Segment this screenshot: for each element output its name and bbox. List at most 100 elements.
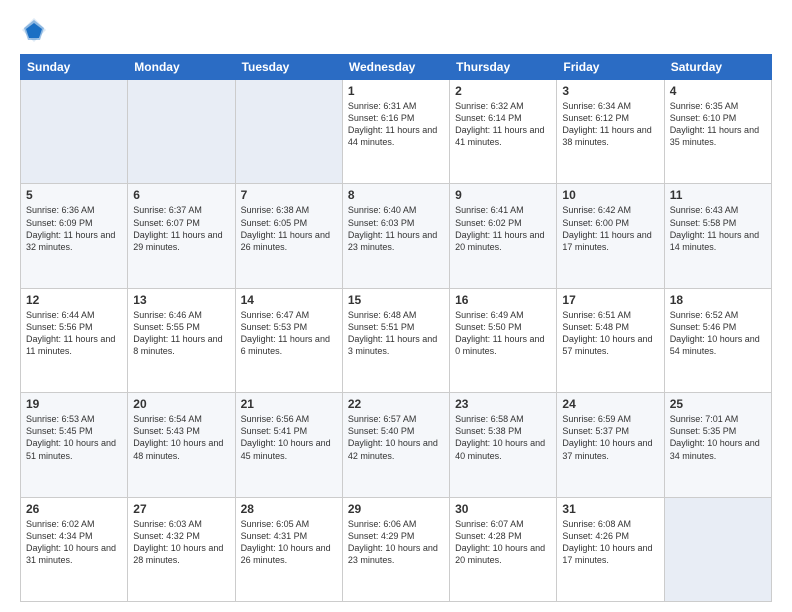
calendar-cell: 26 Sunrise: 6:02 AM Sunset: 4:34 PM Dayli… <box>21 497 128 601</box>
day-number: 14 <box>241 293 337 307</box>
cell-sun-info: Sunrise: 6:53 AM Sunset: 5:45 PM Dayligh… <box>26 413 122 462</box>
cell-sun-info: Sunrise: 6:05 AM Sunset: 4:31 PM Dayligh… <box>241 518 337 567</box>
cell-sun-info: Sunrise: 6:02 AM Sunset: 4:34 PM Dayligh… <box>26 518 122 567</box>
calendar-cell: 16Sunrise: 6:49 AM Sunset: 5:50 PM Dayli… <box>450 288 557 392</box>
logo-icon <box>20 16 48 44</box>
day-number: 11 <box>670 188 766 202</box>
calendar-cell: 18 Sunrise: 6:52 AM Sunset: 5:46 PM Dayli… <box>664 288 771 392</box>
calendar-cell: 19 Sunrise: 6:53 AM Sunset: 5:45 PM Dayli… <box>21 393 128 497</box>
day-number: 31 <box>562 502 658 516</box>
cell-sun-info: Sunrise: 6:52 AM Sunset: 5:46 PM Dayligh… <box>670 309 766 358</box>
calendar-cell: 29Sunrise: 6:06 AM Sunset: 4:29 PM Dayli… <box>342 497 449 601</box>
calendar-cell: 2 Sunrise: 6:32 AM Sunset: 6:14 PM Daylig… <box>450 80 557 184</box>
day-number: 20 <box>133 397 229 411</box>
calendar-cell: 23Sunrise: 6:58 AM Sunset: 5:38 PM Dayli… <box>450 393 557 497</box>
cell-sun-info: Sunrise: 6:56 AM Sunset: 5:41 PM Dayligh… <box>241 413 337 462</box>
day-number: 18 <box>670 293 766 307</box>
cell-sun-info: Sunrise: 6:38 AM Sunset: 6:05 PM Dayligh… <box>241 204 337 253</box>
calendar: SundayMondayTuesdayWednesdayThursdayFrid… <box>20 54 772 602</box>
cell-sun-info: Sunrise: 6:08 AM Sunset: 4:26 PM Dayligh… <box>562 518 658 567</box>
day-number: 1 <box>348 84 444 98</box>
day-number: 10 <box>562 188 658 202</box>
cell-sun-info: Sunrise: 6:37 AM Sunset: 6:07 PM Dayligh… <box>133 204 229 253</box>
day-number: 6 <box>133 188 229 202</box>
cell-sun-info: Sunrise: 6:35 AM Sunset: 6:10 PM Dayligh… <box>670 100 766 149</box>
cell-sun-info: Sunrise: 6:58 AM Sunset: 5:38 PM Dayligh… <box>455 413 551 462</box>
cell-sun-info: Sunrise: 6:36 AM Sunset: 6:09 PM Dayligh… <box>26 204 122 253</box>
day-number: 3 <box>562 84 658 98</box>
calendar-cell: 25Sunrise: 7:01 AM Sunset: 5:35 PM Dayli… <box>664 393 771 497</box>
weekday-header-tuesday: Tuesday <box>235 55 342 80</box>
calendar-cell: 14Sunrise: 6:47 AM Sunset: 5:53 PM Dayli… <box>235 288 342 392</box>
page: SundayMondayTuesdayWednesdayThursdayFrid… <box>0 0 792 612</box>
weekday-header-saturday: Saturday <box>664 55 771 80</box>
calendar-cell <box>21 80 128 184</box>
cell-sun-info: Sunrise: 6:42 AM Sunset: 6:00 PM Dayligh… <box>562 204 658 253</box>
cell-sun-info: Sunrise: 6:43 AM Sunset: 5:58 PM Dayligh… <box>670 204 766 253</box>
calendar-cell <box>235 80 342 184</box>
calendar-cell: 11 Sunrise: 6:43 AM Sunset: 5:58 PM Dayli… <box>664 184 771 288</box>
calendar-cell: 28 Sunrise: 6:05 AM Sunset: 4:31 PM Dayli… <box>235 497 342 601</box>
cell-sun-info: Sunrise: 6:46 AM Sunset: 5:55 PM Dayligh… <box>133 309 229 358</box>
calendar-cell: 15 Sunrise: 6:48 AM Sunset: 5:51 PM Dayli… <box>342 288 449 392</box>
calendar-cell: 20 Sunrise: 6:54 AM Sunset: 5:43 PM Dayli… <box>128 393 235 497</box>
day-number: 24 <box>562 397 658 411</box>
day-number: 26 <box>26 502 122 516</box>
calendar-cell: 24 Sunrise: 6:59 AM Sunset: 5:37 PM Dayli… <box>557 393 664 497</box>
weekday-header-sunday: Sunday <box>21 55 128 80</box>
calendar-cell: 31 Sunrise: 6:08 AM Sunset: 4:26 PM Dayli… <box>557 497 664 601</box>
logo <box>20 16 52 44</box>
week-row-4: 26 Sunrise: 6:02 AM Sunset: 4:34 PM Dayli… <box>21 497 772 601</box>
calendar-cell: 9 Sunrise: 6:41 AM Sunset: 6:02 PM Daylig… <box>450 184 557 288</box>
header <box>20 16 772 44</box>
week-row-3: 19 Sunrise: 6:53 AM Sunset: 5:45 PM Dayli… <box>21 393 772 497</box>
day-number: 19 <box>26 397 122 411</box>
calendar-cell: 7 Sunrise: 6:38 AM Sunset: 6:05 PM Daylig… <box>235 184 342 288</box>
cell-sun-info: Sunrise: 6:57 AM Sunset: 5:40 PM Dayligh… <box>348 413 444 462</box>
day-number: 25 <box>670 397 766 411</box>
calendar-cell: 21 Sunrise: 6:56 AM Sunset: 5:41 PM Dayli… <box>235 393 342 497</box>
cell-sun-info: Sunrise: 6:51 AM Sunset: 5:48 PM Dayligh… <box>562 309 658 358</box>
day-number: 28 <box>241 502 337 516</box>
cell-sun-info: Sunrise: 6:48 AM Sunset: 5:51 PM Dayligh… <box>348 309 444 358</box>
weekday-header-friday: Friday <box>557 55 664 80</box>
calendar-cell: 3 Sunrise: 6:34 AM Sunset: 6:12 PM Daylig… <box>557 80 664 184</box>
cell-sun-info: Sunrise: 6:59 AM Sunset: 5:37 PM Dayligh… <box>562 413 658 462</box>
calendar-cell: 13 Sunrise: 6:46 AM Sunset: 5:55 PM Dayli… <box>128 288 235 392</box>
day-number: 17 <box>562 293 658 307</box>
cell-sun-info: Sunrise: 6:44 AM Sunset: 5:56 PM Dayligh… <box>26 309 122 358</box>
calendar-cell: 8Sunrise: 6:40 AM Sunset: 6:03 PM Daylig… <box>342 184 449 288</box>
cell-sun-info: Sunrise: 6:32 AM Sunset: 6:14 PM Dayligh… <box>455 100 551 149</box>
calendar-cell: 10 Sunrise: 6:42 AM Sunset: 6:00 PM Dayli… <box>557 184 664 288</box>
calendar-cell: 5Sunrise: 6:36 AM Sunset: 6:09 PM Daylig… <box>21 184 128 288</box>
cell-sun-info: Sunrise: 6:40 AM Sunset: 6:03 PM Dayligh… <box>348 204 444 253</box>
weekday-header-monday: Monday <box>128 55 235 80</box>
calendar-cell <box>664 497 771 601</box>
day-number: 9 <box>455 188 551 202</box>
day-number: 27 <box>133 502 229 516</box>
day-number: 22 <box>348 397 444 411</box>
weekday-header-row: SundayMondayTuesdayWednesdayThursdayFrid… <box>21 55 772 80</box>
calendar-cell: 17 Sunrise: 6:51 AM Sunset: 5:48 PM Dayli… <box>557 288 664 392</box>
calendar-cell: 30Sunrise: 6:07 AM Sunset: 4:28 PM Dayli… <box>450 497 557 601</box>
day-number: 2 <box>455 84 551 98</box>
calendar-cell: 1 Sunrise: 6:31 AM Sunset: 6:16 PM Daylig… <box>342 80 449 184</box>
day-number: 16 <box>455 293 551 307</box>
cell-sun-info: Sunrise: 6:54 AM Sunset: 5:43 PM Dayligh… <box>133 413 229 462</box>
cell-sun-info: Sunrise: 6:41 AM Sunset: 6:02 PM Dayligh… <box>455 204 551 253</box>
cell-sun-info: Sunrise: 6:34 AM Sunset: 6:12 PM Dayligh… <box>562 100 658 149</box>
week-row-2: 12Sunrise: 6:44 AM Sunset: 5:56 PM Dayli… <box>21 288 772 392</box>
day-number: 15 <box>348 293 444 307</box>
day-number: 29 <box>348 502 444 516</box>
weekday-header-thursday: Thursday <box>450 55 557 80</box>
cell-sun-info: Sunrise: 6:03 AM Sunset: 4:32 PM Dayligh… <box>133 518 229 567</box>
day-number: 21 <box>241 397 337 411</box>
calendar-cell: 12Sunrise: 6:44 AM Sunset: 5:56 PM Dayli… <box>21 288 128 392</box>
day-number: 13 <box>133 293 229 307</box>
weekday-header-wednesday: Wednesday <box>342 55 449 80</box>
calendar-cell: 22 Sunrise: 6:57 AM Sunset: 5:40 PM Dayli… <box>342 393 449 497</box>
day-number: 7 <box>241 188 337 202</box>
calendar-cell: 4Sunrise: 6:35 AM Sunset: 6:10 PM Daylig… <box>664 80 771 184</box>
cell-sun-info: Sunrise: 6:31 AM Sunset: 6:16 PM Dayligh… <box>348 100 444 149</box>
week-row-1: 5Sunrise: 6:36 AM Sunset: 6:09 PM Daylig… <box>21 184 772 288</box>
